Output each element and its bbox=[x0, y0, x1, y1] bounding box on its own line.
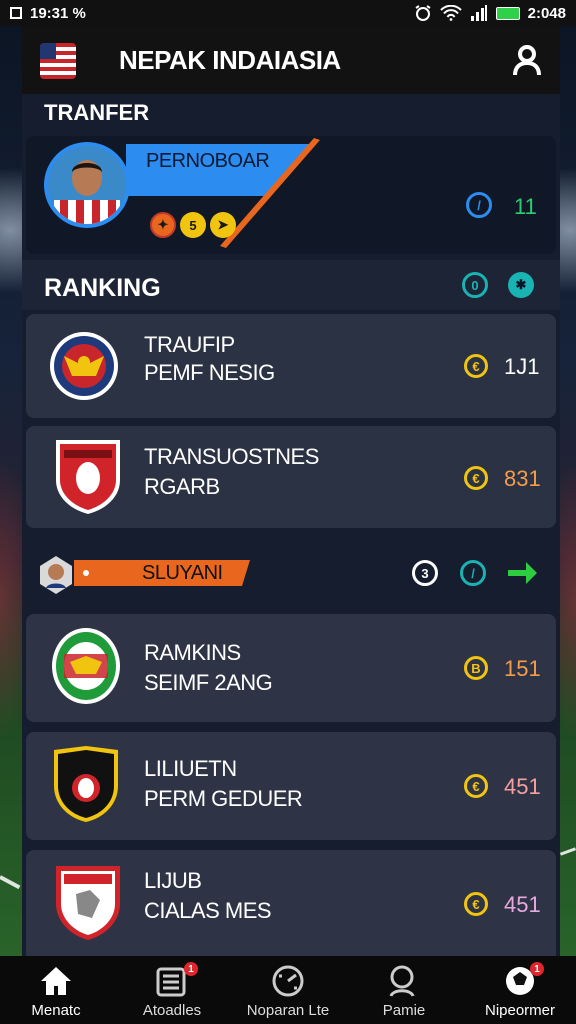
coin-icon: B bbox=[464, 656, 488, 680]
bottom-navigation: Menatc 1 Atoadles Noparan Lte Pamie 1 Ni… bbox=[0, 956, 576, 1024]
row-title: LIJUB bbox=[144, 868, 202, 893]
row-score: 451 bbox=[504, 892, 541, 917]
coin-icon: € bbox=[464, 892, 488, 916]
row-subtitle: SEIMF 2ANG bbox=[144, 670, 273, 695]
nav-item-dial[interactable]: Noparan Lte bbox=[238, 956, 338, 1024]
row-title: RAMKINS bbox=[144, 640, 241, 665]
nav-label: Pamie bbox=[382, 1002, 426, 1019]
club-crest-red-shield-icon bbox=[56, 440, 120, 514]
row-subtitle: PEMF NESIG bbox=[144, 360, 275, 385]
row-title: LILIUETN bbox=[144, 756, 237, 781]
arrow-right-icon[interactable] bbox=[506, 560, 538, 586]
featured-player-name: PERNOBOAR bbox=[146, 150, 270, 172]
row-score: 831 bbox=[504, 466, 541, 491]
status-clock: 2:048 bbox=[527, 4, 566, 22]
highlight-teal-icon[interactable]: / bbox=[460, 560, 486, 586]
highlight-circle-icon[interactable]: 3 bbox=[412, 560, 438, 586]
coin-icon: € bbox=[464, 466, 488, 490]
featured-stat-score: 11 bbox=[514, 194, 537, 219]
app-title: NEPAK INDAIASIA bbox=[119, 45, 341, 75]
highlight-avatar-icon bbox=[40, 556, 72, 594]
main-panel: NEPAK INDAIASIA TRANFER PERNOBOAR ✦ 5 ➤ … bbox=[22, 26, 560, 956]
nav-item-search[interactable]: Pamie bbox=[354, 956, 454, 1024]
ranking-section-label: RANKING bbox=[44, 274, 161, 302]
highlight-label: SLUYANI bbox=[142, 562, 223, 584]
status-bar: 19:31 % 2:048 bbox=[0, 0, 576, 26]
nav-label: Nipeormer bbox=[484, 1002, 556, 1019]
notification-icon bbox=[10, 7, 22, 19]
club-crest-eagle-icon bbox=[50, 332, 118, 400]
dial-icon bbox=[272, 965, 304, 997]
coin-icon: € bbox=[464, 774, 488, 798]
ranking-filter-icon[interactable]: 0 bbox=[462, 272, 488, 298]
red-badge-icon: ✦ bbox=[150, 212, 176, 238]
club-crest-black-shield-icon bbox=[54, 746, 118, 822]
club-crest-white-shield-icon bbox=[56, 866, 120, 940]
coin-icon: € bbox=[464, 354, 488, 378]
nav-item-ball[interactable]: 1 Nipeormer bbox=[470, 956, 570, 1024]
home-icon bbox=[41, 967, 71, 995]
search-icon bbox=[389, 965, 415, 997]
ranking-row[interactable]: RAMKINS SEIMF 2ANG B 151 bbox=[26, 614, 556, 722]
alarm-icon bbox=[415, 5, 431, 21]
wifi-icon bbox=[439, 5, 462, 21]
transfer-section-label: TRANFER bbox=[44, 100, 150, 125]
row-subtitle: CIALAS MES bbox=[144, 898, 272, 923]
row-score: 1J1 bbox=[504, 354, 540, 379]
highlight-row[interactable]: SLUYANI 3 / bbox=[22, 544, 560, 612]
nav-label: Atoadles bbox=[142, 1002, 202, 1019]
row-title: TRANSUOSTNES bbox=[144, 444, 319, 469]
row-title: TRAUFIP bbox=[144, 332, 235, 357]
row-score: 151 bbox=[504, 656, 541, 681]
nav-item-home[interactable]: Menatc bbox=[6, 956, 106, 1024]
notification-badge: 1 bbox=[184, 962, 198, 976]
app-header: NEPAK INDAIASIA bbox=[22, 26, 560, 94]
ranking-row[interactable]: TRAUFIP PEMF NESIG € 1J1 bbox=[26, 314, 556, 418]
notification-badge: 1 bbox=[530, 962, 544, 976]
nav-label: Noparan Lte bbox=[246, 1002, 330, 1019]
profile-icon[interactable] bbox=[512, 44, 542, 76]
row-score: 451 bbox=[504, 774, 541, 799]
battery-icon bbox=[495, 6, 520, 20]
ranking-settings-icon[interactable]: ✱ bbox=[508, 272, 534, 298]
signal-icon bbox=[470, 5, 487, 21]
ranking-row[interactable]: LIJUB CIALAS MES € 451 bbox=[26, 850, 556, 956]
status-time: 19:31 % bbox=[30, 4, 86, 22]
nav-label: Menatc bbox=[31, 1002, 81, 1019]
stat-icon: / bbox=[466, 192, 492, 218]
ranking-row[interactable]: TRANSUOSTNES RGARB € 831 bbox=[26, 426, 556, 528]
nav-item-news[interactable]: 1 Atoadles bbox=[122, 956, 222, 1024]
featured-transfer-card[interactable]: PERNOBOAR ✦ 5 ➤ / 11 bbox=[26, 136, 556, 254]
row-subtitle: PERM GEDUER bbox=[144, 786, 303, 811]
country-flag-icon[interactable] bbox=[40, 43, 76, 79]
player-avatar[interactable] bbox=[44, 142, 130, 228]
row-subtitle: RGARB bbox=[144, 474, 220, 499]
arrow-badge-icon: ➤ bbox=[210, 212, 236, 238]
gold-badge-icon: 5 bbox=[180, 212, 206, 238]
ranking-row[interactable]: LILIUETN PERM GEDUER € 451 bbox=[26, 732, 556, 840]
player-portrait-icon bbox=[48, 146, 126, 224]
club-crest-green-eagle-icon bbox=[52, 628, 120, 704]
